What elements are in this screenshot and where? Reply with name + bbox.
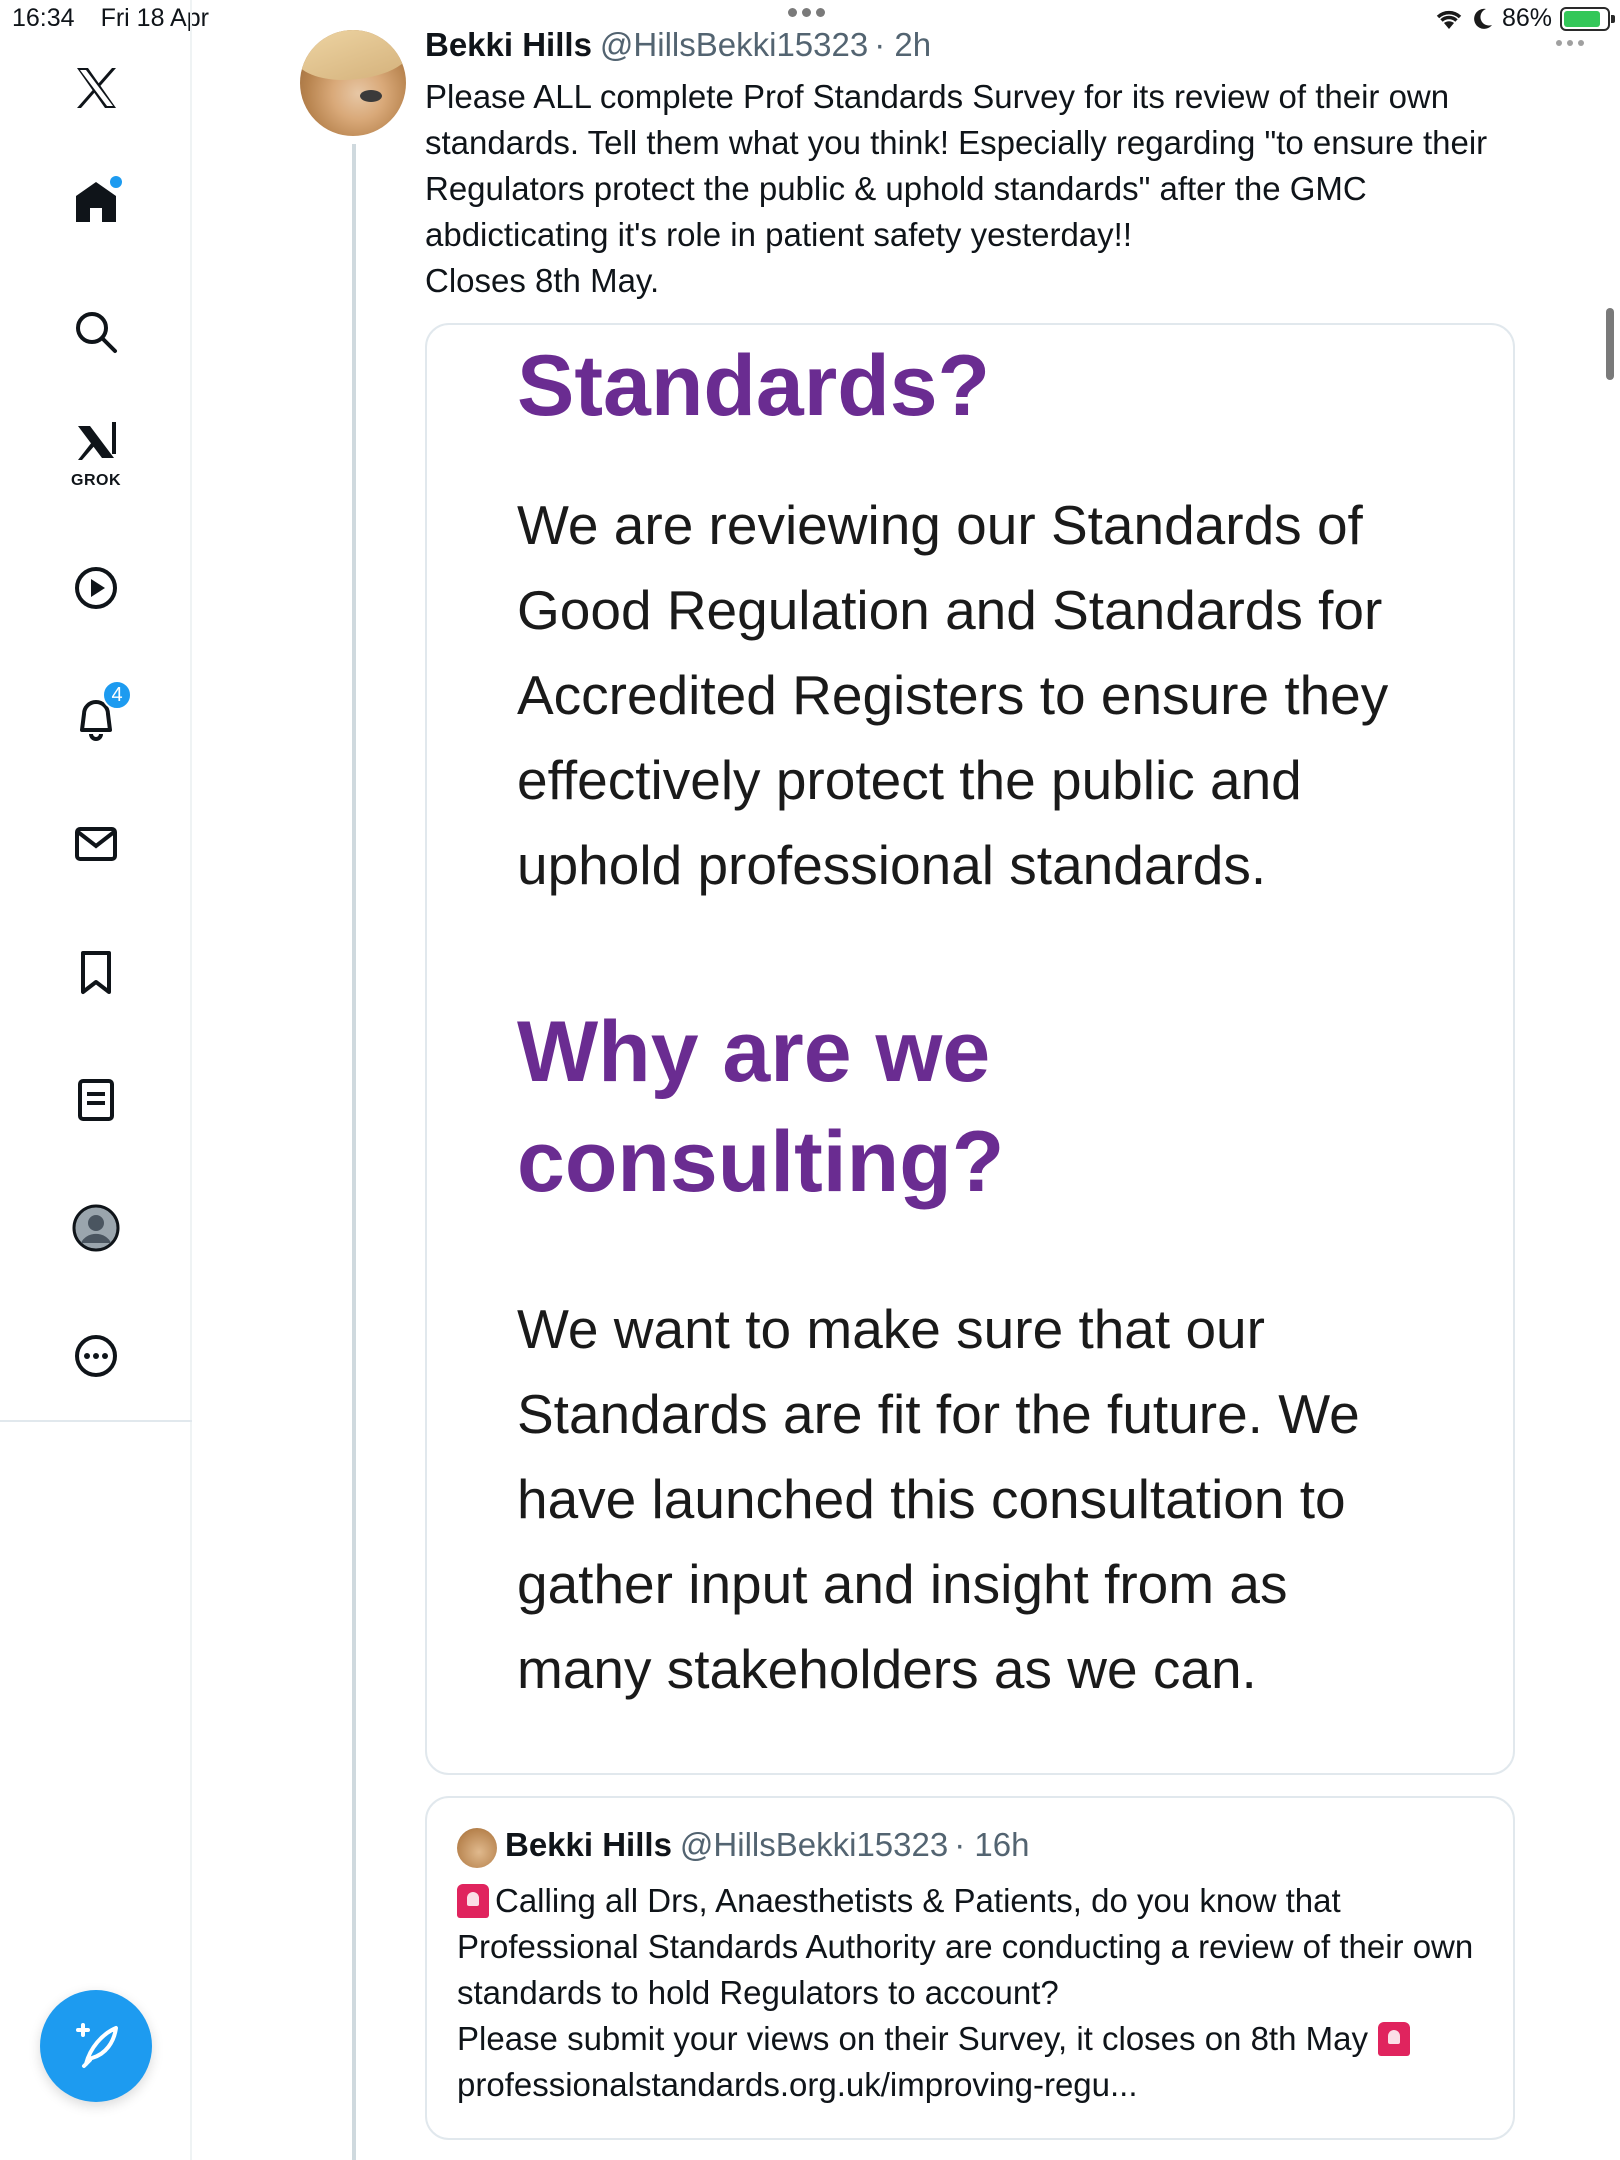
home-unread-dot <box>110 176 122 188</box>
quote-header: Bekki Hills @HillsBekki15323 · 16h <box>505 1826 1029 1864</box>
compose-button[interactable] <box>40 1990 152 2102</box>
sidebar-item-profile[interactable] <box>66 1198 126 1258</box>
quote-text-line1: Calling all Drs, Anaesthetists & Patient… <box>457 1882 1474 2011</box>
sidebar-item-messages[interactable] <box>66 814 126 874</box>
quote-link[interactable]: professionalstandards.org.uk/improving-r… <box>457 2066 1138 2103</box>
quote-text: Calling all Drs, Anaesthetists & Patient… <box>457 1878 1497 2108</box>
sidebar-item-more[interactable] <box>66 1326 126 1386</box>
siren-icon <box>1377 2022 1410 2056</box>
mail-icon <box>75 827 117 861</box>
sidebar-item-notifications[interactable]: 4 <box>66 680 132 748</box>
x-logo-icon[interactable] <box>66 58 126 118</box>
search-icon <box>76 312 117 353</box>
tweet-timestamp[interactable]: · 2h <box>874 26 931 63</box>
tweet-more-options-icon[interactable] <box>1556 40 1584 46</box>
notification-badge: 4 <box>102 680 132 710</box>
compose-icon <box>76 2023 118 2068</box>
more-icon <box>75 1335 117 1377</box>
bookmark-icon <box>81 951 111 994</box>
sidebar-item-explore[interactable] <box>66 302 126 362</box>
quote-avatar <box>457 1828 497 1868</box>
main-timeline: Bekki Hills @HillsBekki15323 · 2h Please A… <box>192 0 1620 2160</box>
profile-icon <box>72 1204 120 1252</box>
sidebar-item-video[interactable] <box>66 558 126 618</box>
grok-label: GROK <box>71 472 121 489</box>
tweet-text: Please ALL complete Prof Standards Surve… <box>425 78 1488 299</box>
image-heading-standards: Standards? <box>517 338 991 434</box>
sidebar-item-lists[interactable] <box>66 1070 126 1130</box>
quote-author-handle: @HillsBekki15323 <box>679 1826 949 1863</box>
quote-author-name: Bekki Hills <box>505 1826 672 1863</box>
list-icon <box>78 1079 114 1121</box>
sidebar-divider <box>0 1420 192 1422</box>
avatar[interactable] <box>300 30 406 136</box>
quoted-tweet[interactable]: Bekki Hills @HillsBekki15323 · 16h Calling… <box>425 1796 1515 2140</box>
tweet-author-handle[interactable]: @HillsBekki15323 <box>600 26 868 63</box>
image-heading-why: Why are we consulting? <box>517 1004 1005 1210</box>
image-paragraph-2: We want to make sure that our Standards … <box>517 1298 1360 1700</box>
tweet-image[interactable]: Standards? We are reviewing our Standard… <box>425 323 1515 1775</box>
scroll-indicator[interactable] <box>1606 308 1614 380</box>
sidebar-item-home[interactable] <box>66 172 126 232</box>
sidebar-nav: GROK 4 <box>0 0 192 2160</box>
tweet-header: Bekki Hills @HillsBekki15323 · 2h <box>425 26 931 64</box>
grok-icon <box>78 422 116 460</box>
image-paragraph-1: We are reviewing our Standards of Good R… <box>517 494 1389 896</box>
sidebar-item-grok[interactable]: GROK <box>66 420 126 489</box>
tweet-author-name[interactable]: Bekki Hills <box>425 26 592 63</box>
quote-text-line2: Please submit your views on their Survey… <box>457 2020 1368 2057</box>
video-play-icon <box>75 567 117 609</box>
siren-icon <box>457 1884 489 1918</box>
thread-line <box>352 144 356 2160</box>
sidebar-item-bookmarks[interactable] <box>66 942 126 1002</box>
quote-timestamp: · 16h <box>954 1826 1030 1863</box>
